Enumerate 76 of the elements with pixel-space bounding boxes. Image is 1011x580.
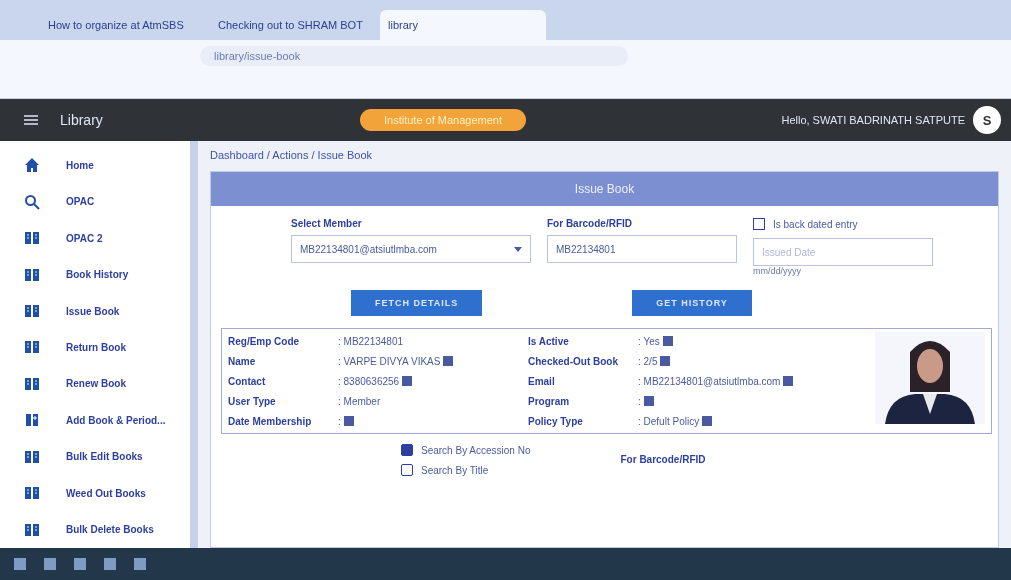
detail-value: : Defult Policy bbox=[638, 415, 700, 427]
detail-value: : MB22134801 bbox=[338, 335, 404, 347]
browser-tab[interactable]: Checking out to SHRAM BOT bbox=[210, 10, 376, 40]
field-label: Select Member bbox=[291, 218, 363, 229]
browser-tab[interactable]: How to organize at AtmSBS bbox=[40, 10, 206, 40]
sidebar-item[interactable]: Bulk Delete Books bbox=[0, 511, 190, 548]
edit-icon[interactable] bbox=[783, 376, 794, 386]
radio-label: Search By Accession No bbox=[421, 444, 531, 456]
detail-value: : 8380636256 bbox=[338, 375, 400, 387]
field-hint: mm/dd/yyyy bbox=[753, 266, 802, 276]
sidebar-item[interactable]: Issue Book bbox=[0, 292, 190, 330]
caret-icon bbox=[514, 246, 522, 252]
checkbox-label: Is back dated entry bbox=[773, 218, 858, 230]
detail-value: : MB22134801@atsiutlmba.com bbox=[638, 375, 781, 387]
field-label: For Barcode/RFID bbox=[547, 218, 633, 229]
sidebar-item[interactable]: OPAC bbox=[0, 183, 190, 220]
sidebar-item[interactable]: Weed Out Books bbox=[0, 475, 190, 512]
checkbox[interactable] bbox=[753, 218, 765, 230]
book-icon bbox=[24, 230, 40, 247]
edit-icon[interactable] bbox=[662, 336, 673, 346]
search-icon bbox=[24, 193, 40, 210]
radio-label: Search By Title bbox=[421, 464, 489, 476]
detail-value: : VARPE DIVYA VIKAS bbox=[338, 355, 441, 367]
radio-button[interactable] bbox=[401, 444, 413, 456]
sidebar-item[interactable]: Book History bbox=[0, 256, 190, 293]
action-button[interactable]: FETCH DETAILS bbox=[351, 290, 483, 316]
home-icon bbox=[24, 157, 40, 174]
barcode-field[interactable]: MB22134801 bbox=[547, 235, 737, 263]
app-title: Library bbox=[60, 112, 104, 128]
edit-icon[interactable] bbox=[702, 416, 713, 426]
detail-value: : bbox=[638, 395, 641, 407]
detail-value: : Member bbox=[338, 395, 381, 407]
book-icon bbox=[24, 375, 40, 392]
breadcrumb: Dashboard / Actions / Issue Book bbox=[210, 149, 374, 161]
book-add-icon bbox=[24, 412, 40, 429]
book-icon bbox=[24, 485, 40, 502]
browser-tab[interactable]: library bbox=[380, 10, 546, 40]
sidebar-item[interactable]: OPAC 2 bbox=[0, 219, 190, 257]
address-bar[interactable]: library/issue-book bbox=[200, 46, 628, 66]
member-select[interactable]: MB22134801@atsiutlmba.com bbox=[291, 235, 531, 263]
user-avatar[interactable]: S bbox=[973, 106, 1001, 134]
detail-value: : 2/5 bbox=[638, 355, 658, 367]
edit-icon[interactable] bbox=[443, 356, 454, 366]
detail-label: Name bbox=[228, 355, 257, 367]
book-icon bbox=[24, 448, 40, 465]
edit-icon[interactable] bbox=[660, 356, 671, 366]
book-icon bbox=[24, 266, 40, 283]
sidebar-item[interactable]: Renew Book bbox=[0, 365, 190, 403]
detail-label: Reg/Emp Code bbox=[228, 335, 301, 347]
detail-value: : Yes bbox=[638, 335, 660, 347]
book-icon bbox=[24, 339, 40, 356]
detail-label: Checked-Out Book bbox=[528, 355, 619, 367]
edit-icon[interactable] bbox=[343, 416, 354, 426]
book-icon bbox=[24, 303, 40, 320]
institute-badge: Institute of Management bbox=[360, 109, 526, 131]
detail-label: Is Active bbox=[528, 335, 570, 347]
book-icon bbox=[24, 521, 40, 538]
action-button[interactable]: GET HISTORY bbox=[632, 290, 752, 316]
detail-label: Contact bbox=[228, 375, 267, 387]
card-title: Issue Book bbox=[211, 172, 998, 206]
sidebar-item[interactable]: Return Book bbox=[0, 329, 190, 366]
user-greeting: Hello, SWATI BADRINATH SATPUTE bbox=[781, 114, 965, 126]
sidebar-item[interactable]: Add Book & Period... bbox=[0, 402, 190, 439]
radio-button[interactable] bbox=[401, 464, 413, 476]
detail-label: Email bbox=[528, 375, 556, 387]
edit-icon[interactable] bbox=[643, 396, 654, 406]
detail-label: Program bbox=[528, 395, 571, 407]
detail-label: Date Membership bbox=[228, 415, 313, 427]
detail-label: Policy Type bbox=[528, 415, 584, 427]
menu-icon[interactable] bbox=[24, 115, 38, 125]
sidebar-item[interactable]: Home bbox=[0, 147, 190, 184]
field-label: For Barcode/RFID bbox=[620, 454, 706, 467]
sidebar-item[interactable]: Bulk Edit Books bbox=[0, 438, 190, 476]
detail-value: : bbox=[338, 415, 341, 427]
detail-label: User Type bbox=[228, 395, 277, 407]
edit-icon[interactable] bbox=[402, 376, 413, 386]
